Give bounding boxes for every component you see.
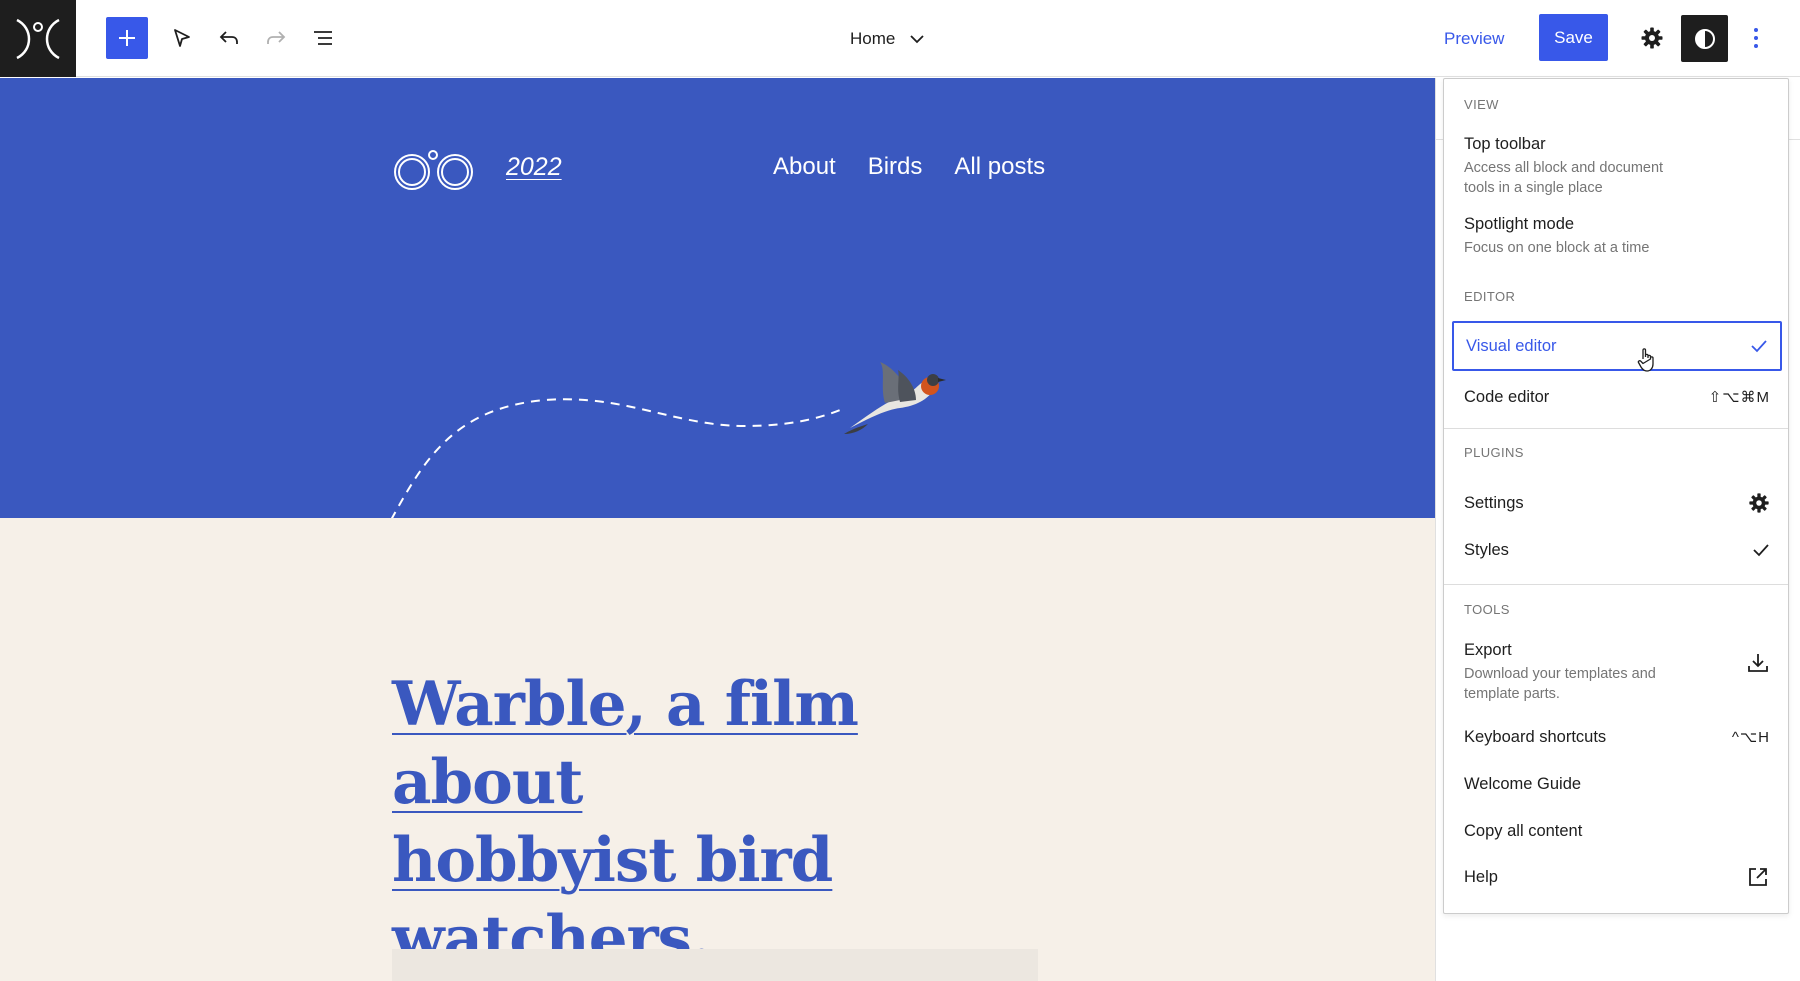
menu-item-export[interactable]: Export Download your templates and templ… [1452,641,1782,705]
hand-cursor-icon [1637,348,1654,372]
menu-item-spotlight-mode[interactable]: Spotlight mode Focus on one block at a t… [1452,215,1782,259]
list-view-button[interactable] [303,18,343,58]
post-title-line: hobbyist bird [392,825,833,896]
keyboard-shortcut: ⇧⌥⌘M [1708,389,1770,406]
nav-link-about[interactable]: About [773,153,836,181]
redo-button[interactable] [256,18,296,58]
menu-item-help[interactable]: Help [1452,857,1782,897]
keyboard-shortcut: ^⌥H [1731,729,1770,746]
plus-icon [119,30,135,46]
bird-illustration [844,362,946,434]
menu-item-title: Code editor [1464,387,1550,406]
options-menu-button[interactable] [1736,18,1776,58]
document-title: Home [850,29,896,48]
navigation-block: About Birds All posts [773,153,1045,181]
download-icon [1748,654,1768,672]
menu-item-title: Spotlight mode [1464,215,1575,233]
save-button[interactable]: Save [1539,14,1608,61]
menu-separator [1444,428,1788,429]
menu-item-top-toolbar[interactable]: Top toolbar Access all block and documen… [1452,135,1782,197]
menu-item-title: Welcome Guide [1464,774,1582,793]
menu-item-title: Visual editor [1466,336,1557,355]
gear-icon [1749,493,1769,513]
site-header-block[interactable]: 2022 About Birds All posts [0,78,1435,521]
editor-toolbar: Home Preview Save [0,0,1800,77]
menu-item-title: Top toolbar [1464,135,1546,153]
description-line: template parts. [1464,686,1560,702]
menu-item-code-editor[interactable]: Code editor ⇧⌥⌘M [1452,377,1782,417]
post-title[interactable]: Warble, a film about hobbyist bird watch… [392,666,1012,978]
block-inserter-button[interactable] [106,17,148,59]
site-logo[interactable] [392,148,476,192]
chevron-down-icon [910,35,924,44]
menu-item-title: Copy all content [1464,821,1583,840]
site-title[interactable]: 2022 [506,153,562,182]
menu-item-description: Download your templates and template par… [1464,664,1656,704]
menu-item-description: Focus on one block at a time [1464,240,1650,256]
checkmark-icon [1751,340,1767,353]
settings-toggle-button[interactable] [1632,18,1672,58]
menu-item-styles[interactable]: Styles [1452,530,1782,570]
menu-group-label-editor: EDITOR [1464,289,1516,304]
select-tool-button[interactable] [162,18,202,58]
menu-item-title: Export [1464,641,1512,659]
menu-item-title: Styles [1464,540,1509,559]
description-line: Download your templates and [1464,666,1656,682]
gear-icon [1641,27,1663,49]
menu-separator [1444,584,1788,585]
undo-button[interactable] [209,18,249,58]
menu-item-title: Help [1464,867,1498,886]
options-dropdown-menu: VIEW Top toolbar Access all block and do… [1443,78,1789,914]
more-vertical-icon [1754,28,1758,48]
menu-item-welcome-guide[interactable]: Welcome Guide [1452,764,1782,804]
description-line: Access all block and document [1464,160,1664,176]
contrast-icon [1694,28,1715,49]
nav-link-all-posts[interactable]: All posts [954,153,1045,181]
menu-item-visual-editor[interactable]: Visual editor [1452,321,1782,371]
pointer-icon [174,29,190,47]
featured-image[interactable] [392,949,1038,981]
menu-group-label-view: VIEW [1464,97,1499,112]
dashed-flight-path [390,398,841,521]
editor-canvas[interactable]: 2022 About Birds All posts Warble, a fil… [0,78,1435,981]
checkmark-icon [1753,544,1769,557]
menu-group-label-tools: TOOLS [1464,602,1510,617]
undo-icon [219,31,238,44]
menu-item-title: Keyboard shortcuts [1464,727,1607,746]
nav-link-birds[interactable]: Birds [868,153,923,181]
styles-toggle-button[interactable] [1681,15,1728,62]
post-content-area: Warble, a film about hobbyist bird watch… [0,518,1435,981]
menu-group-label-plugins: PLUGINS [1464,445,1524,460]
document-title-dropdown[interactable]: Home [850,24,925,54]
menu-item-settings[interactable]: Settings [1452,483,1782,523]
menu-item-title: Settings [1464,493,1524,512]
menu-item-description: Access all block and document tools in a… [1464,158,1663,198]
description-line: tools in a single place [1464,180,1603,196]
menu-item-copy-all-content[interactable]: Copy all content [1452,811,1782,851]
site-icon-button[interactable] [0,0,76,77]
redo-icon [267,31,286,44]
preview-button[interactable]: Preview [1444,24,1504,54]
site-logo-icon [16,18,60,59]
list-view-icon [314,31,332,45]
external-link-icon [1749,868,1767,886]
post-title-line: Warble, a film about [392,669,859,818]
menu-item-keyboard-shortcuts[interactable]: Keyboard shortcuts ^⌥H [1452,717,1782,757]
